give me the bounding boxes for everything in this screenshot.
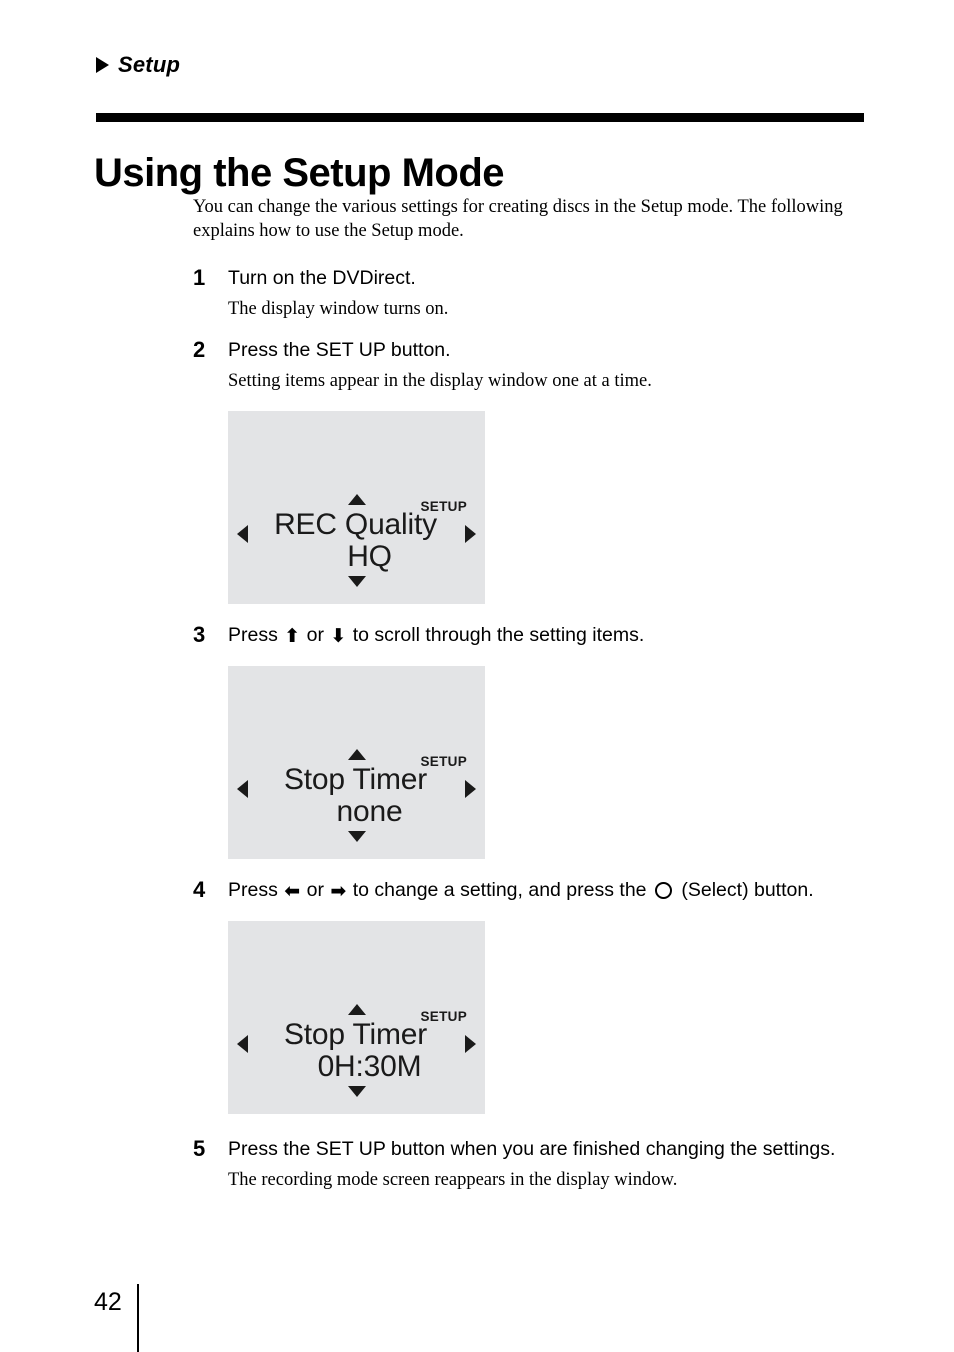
step-heading: Press ⬆ or ⬇ to scroll through the setti… — [228, 622, 873, 648]
step-number: 1 — [193, 265, 206, 290]
display-text: Stop Timer none — [228, 764, 485, 828]
step-5: 5 Press the SET UP button when you are f… — [193, 1136, 873, 1192]
intro-paragraph: You can change the various settings for … — [193, 197, 843, 241]
display-window-stop-timer-none: SETUP Stop Timer none — [228, 666, 485, 859]
content-column: You can change the various settings for … — [193, 195, 873, 1192]
page-number: 42 — [94, 1288, 122, 1316]
triangle-down-icon — [347, 831, 366, 842]
arrow-down-icon: ⬇ — [330, 625, 347, 647]
step-subtext: Setting items appear in the display wind… — [228, 371, 652, 391]
step-subtext: The recording mode screen reappears in t… — [228, 1170, 678, 1190]
page-title: Using the Setup Mode — [94, 150, 505, 195]
running-head: Setup — [96, 52, 180, 78]
display-text: REC Quality HQ — [228, 509, 485, 573]
step-subtext: The display window turns on. — [228, 299, 449, 319]
triangle-down-icon — [347, 1086, 366, 1097]
step-1: 1 Turn on the DVDirect. The display wind… — [193, 265, 873, 321]
triangle-up-icon — [347, 1004, 366, 1015]
display-line-1: Stop Timer — [283, 763, 428, 796]
step-heading: Turn on the DVDirect. — [228, 267, 416, 289]
display-line-1: Stop Timer — [283, 1018, 428, 1051]
display-text: Stop Timer 0H:30M — [228, 1019, 485, 1083]
step-heading: Press ⬅ or ➡ to change a setting, and pr… — [228, 877, 873, 903]
step-4: 4 Press ⬅ or ➡ to change a setting, and … — [193, 877, 873, 903]
step-3: 3 Press ⬆ or ⬇ to scroll through the set… — [193, 622, 873, 648]
running-head-label: Setup — [118, 52, 181, 77]
step-text-mid: or — [306, 624, 324, 646]
display-line-1: REC Quality — [274, 508, 437, 541]
step-number: 5 — [193, 1136, 206, 1161]
triangle-up-icon — [347, 749, 366, 760]
step-heading: Press the SET UP button. — [228, 339, 451, 361]
step-heading: Press the SET UP button when you are fin… — [228, 1138, 836, 1160]
step-text-before: Press — [228, 624, 278, 646]
folio-divider — [137, 1284, 139, 1352]
display-line-2: HQ — [347, 540, 392, 573]
step-text-mid: or — [306, 879, 324, 901]
title-divider — [96, 113, 864, 122]
display-line-2: 0H:30M — [317, 1050, 422, 1083]
step-text-after: to change a setting, and press the — [352, 879, 647, 901]
step-number: 3 — [193, 622, 206, 647]
select-button-icon — [654, 882, 672, 899]
triangle-down-icon — [347, 576, 366, 587]
step-number: 4 — [193, 877, 206, 902]
triangle-up-icon — [347, 494, 366, 505]
step-text-after: to scroll through the setting items. — [352, 624, 645, 646]
display-window-rec-quality: SETUP REC Quality HQ — [228, 411, 485, 604]
arrow-left-icon: ⬅ — [284, 880, 301, 902]
arrow-right-icon: ➡ — [330, 880, 347, 902]
display-window-stop-timer-30m: SETUP Stop Timer 0H:30M — [228, 921, 485, 1114]
step-text-before: Press — [228, 879, 278, 901]
display-line-2: none — [336, 795, 403, 828]
step-number: 2 — [193, 337, 206, 362]
step-2: 2 Press the SET UP button. Setting items… — [193, 337, 873, 393]
triangle-right-icon — [96, 57, 109, 73]
arrow-up-icon: ⬆ — [284, 625, 301, 647]
select-button-label: (Select) button. — [681, 879, 814, 901]
